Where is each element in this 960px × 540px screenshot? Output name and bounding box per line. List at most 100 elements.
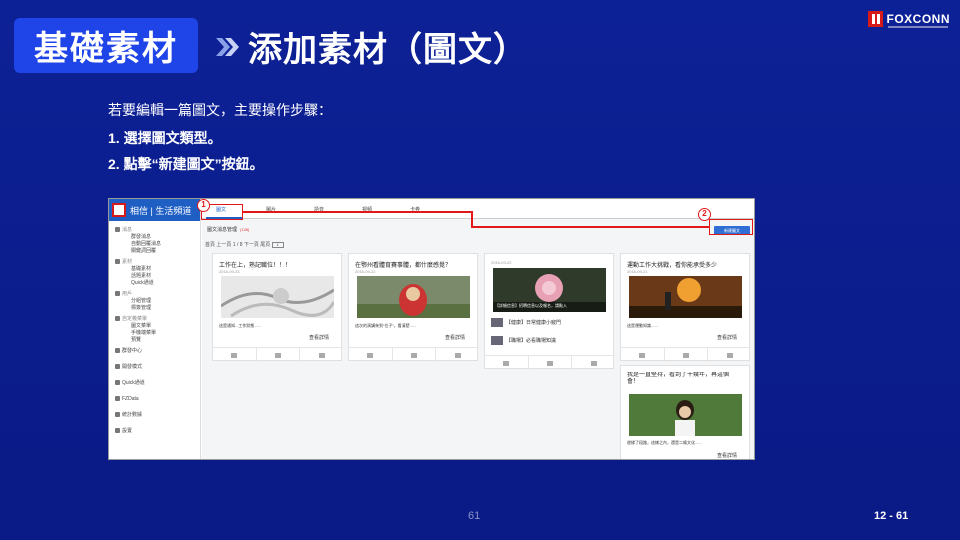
app-title: 相信 | 生活頻道 bbox=[130, 205, 192, 216]
sidebar-item-label: 開發模式 bbox=[122, 364, 143, 370]
sidebar-item-label: 標簽管理 bbox=[131, 305, 152, 311]
send-icon[interactable] bbox=[621, 348, 665, 362]
sidebar-item[interactable]: 標簽管理 bbox=[131, 305, 151, 312]
sidebar-item[interactable]: FZData bbox=[115, 396, 139, 403]
menu-icon bbox=[115, 380, 120, 386]
edit-icon[interactable] bbox=[529, 356, 573, 370]
sidebar-item-label: 圖文菜單 bbox=[131, 323, 152, 329]
sidebar-item-label: 用戶 bbox=[122, 291, 133, 297]
main-panel: 圖文 圖片 語音 視頻 卡券 圖文消息管理 (128) 新建圖文 首頁 上一頁 1… bbox=[202, 199, 754, 459]
sidebar-item[interactable]: 設置 bbox=[115, 428, 132, 435]
menu-icon bbox=[115, 428, 120, 434]
callout-line bbox=[243, 211, 473, 213]
send-icon[interactable] bbox=[213, 348, 257, 362]
callout-box-2 bbox=[709, 219, 753, 235]
sidebar-item[interactable]: 分組管理 bbox=[131, 298, 151, 305]
news-item[interactable]: 【健康】日常健康小竅門 bbox=[491, 318, 561, 327]
sidebar-item-label: 群發消息 bbox=[131, 234, 152, 240]
article-card[interactable]: 我是一直堅持，看到了十幾年，再這個會！ 邊緣了段路，這樣之內，還是二條文化...… bbox=[620, 365, 750, 459]
multi-article-card[interactable]: 2016-09-22 【詳細信息】招聘信息以及報名，請點入 【健康】日常健康小竅… bbox=[484, 253, 615, 370]
article-card[interactable]: 運動工作大挑戰，看你能承受多少 2016-09-21 這是運動知識...... … bbox=[620, 253, 751, 362]
sidebar-item-label: 話題素材 bbox=[131, 273, 152, 279]
delete-icon[interactable] bbox=[708, 348, 751, 362]
page-number: 61 bbox=[468, 510, 481, 522]
menu-icon bbox=[115, 396, 120, 402]
news-thumbnail bbox=[491, 318, 503, 327]
ui-screenshot: 相信 | 生活頻道 消息 群發消息 自動回覆消息 關鍵詞回覆 素材 基礎素材 話題素材 Qui… bbox=[108, 198, 755, 460]
sidebar-item[interactable]: 消息 bbox=[115, 227, 132, 234]
menu-icon bbox=[115, 348, 120, 354]
sidebar: 相信 | 生活頻道 消息 群發消息 自動回覆消息 關鍵詞回覆 素材 基礎素材 話題素材 Qui… bbox=[109, 199, 201, 459]
section-title: 圖文消息管理 (128) bbox=[207, 227, 250, 233]
sidebar-item-label: 分組管理 bbox=[131, 298, 152, 304]
edit-icon[interactable] bbox=[257, 348, 301, 362]
page-select[interactable]: 1 bbox=[271, 241, 284, 248]
menu-icon bbox=[115, 291, 120, 297]
sidebar-item-label: 預覽 bbox=[131, 337, 142, 343]
menu-icon bbox=[115, 227, 120, 233]
step-1: 1. 選擇圖文類型。 bbox=[108, 130, 222, 146]
sidebar-item-label: FZData bbox=[122, 396, 139, 402]
sidebar-item[interactable]: 素材 bbox=[115, 259, 132, 266]
send-icon[interactable] bbox=[349, 348, 393, 362]
sidebar-item[interactable]: 基礎素材 bbox=[131, 266, 151, 273]
article-image bbox=[629, 394, 742, 436]
sidebar-item-label: 手機端菜單 bbox=[131, 330, 157, 336]
sidebar-item-label: 群發中心 bbox=[122, 348, 143, 354]
callout-badge-1: 1 bbox=[197, 199, 210, 212]
sidebar-item-label: 自定義菜單 bbox=[122, 316, 148, 322]
menu-icon bbox=[115, 412, 120, 418]
sidebar-item[interactable]: 預覽 bbox=[131, 337, 141, 344]
edit-icon[interactable] bbox=[393, 348, 437, 362]
sidebar-item[interactable]: 自動回覆消息 bbox=[131, 241, 161, 248]
sidebar-item[interactable]: 群發消息 bbox=[131, 234, 151, 241]
sidebar-item-label: 設置 bbox=[122, 428, 133, 434]
article-image bbox=[629, 276, 742, 318]
sidebar-item[interactable]: 關鍵詞回覆 bbox=[131, 248, 156, 255]
sidebar-item-label: 基礎素材 bbox=[131, 266, 152, 272]
foxconn-mark-icon bbox=[868, 11, 883, 27]
article-image bbox=[357, 276, 470, 318]
callout-badge-2: 2 bbox=[698, 208, 711, 221]
edit-icon[interactable] bbox=[665, 348, 709, 362]
news-thumbnail bbox=[491, 336, 503, 345]
article-card[interactable]: 在鄂州看體育賽事體，都什麼感覺？ 2016-09-22 這次的演講來到“位子”，… bbox=[348, 253, 479, 362]
sidebar-item[interactable]: 統計數據 bbox=[115, 412, 142, 419]
pager[interactable]: 首頁 上一頁 1 / 8 下一頁 尾頁 1 bbox=[205, 241, 284, 248]
send-icon[interactable] bbox=[485, 356, 529, 370]
sidebar-item-label: 關鍵詞回覆 bbox=[131, 248, 157, 254]
tab-bar: 圖文 圖片 語音 視頻 卡券 bbox=[202, 199, 754, 219]
sidebar-item[interactable]: Quick通道 bbox=[115, 380, 145, 387]
delete-icon[interactable] bbox=[300, 348, 343, 362]
delete-icon[interactable] bbox=[436, 348, 479, 362]
article-image bbox=[221, 276, 334, 318]
sidebar-item-label: 素材 bbox=[122, 259, 133, 265]
sidebar-item[interactable]: 手機端菜單 bbox=[131, 330, 156, 337]
sidebar-item[interactable]: 自定義菜單 bbox=[115, 316, 147, 323]
page-title: 添加素材（圖文） bbox=[248, 31, 528, 69]
sidebar-item[interactable]: 用戶 bbox=[115, 291, 132, 298]
sidebar-item[interactable]: 群發中心 bbox=[115, 348, 142, 355]
sidebar-item-label: 自動回覆消息 bbox=[131, 241, 162, 247]
app-logo-icon bbox=[112, 203, 126, 217]
foxconn-logo: FOXCONN bbox=[868, 8, 950, 30]
sidebar-item-label: Quick通道 bbox=[131, 280, 154, 286]
sidebar-item[interactable]: 話題素材 bbox=[131, 273, 151, 280]
sidebar-item[interactable]: Quick通道 bbox=[131, 280, 154, 287]
delete-icon[interactable] bbox=[572, 356, 615, 370]
menu-icon bbox=[115, 316, 120, 322]
section-tag: 基礎素材 bbox=[14, 18, 198, 73]
sidebar-item-label: Quick通道 bbox=[122, 380, 145, 386]
sidebar-item[interactable]: 圖文菜單 bbox=[131, 323, 151, 330]
news-item[interactable]: 【職場】必看職場知識 bbox=[491, 336, 556, 345]
intro-text: 若要編輯一篇圖文，主要操作步驟： bbox=[108, 102, 332, 118]
menu-icon bbox=[115, 259, 120, 265]
menu-icon bbox=[115, 364, 120, 370]
slide-number: 12 - 61 bbox=[874, 510, 909, 522]
sidebar-item-label: 消息 bbox=[122, 227, 133, 233]
callout-line bbox=[471, 226, 709, 228]
sidebar-item[interactable]: 開發模式 bbox=[115, 364, 142, 371]
callout-line bbox=[471, 211, 473, 227]
article-card[interactable]: 工作在上，熟記職位！！！ 2016-09-23 這是通知...工作狀態.....… bbox=[212, 253, 343, 362]
app-header: 相信 | 生活頻道 bbox=[109, 199, 200, 221]
